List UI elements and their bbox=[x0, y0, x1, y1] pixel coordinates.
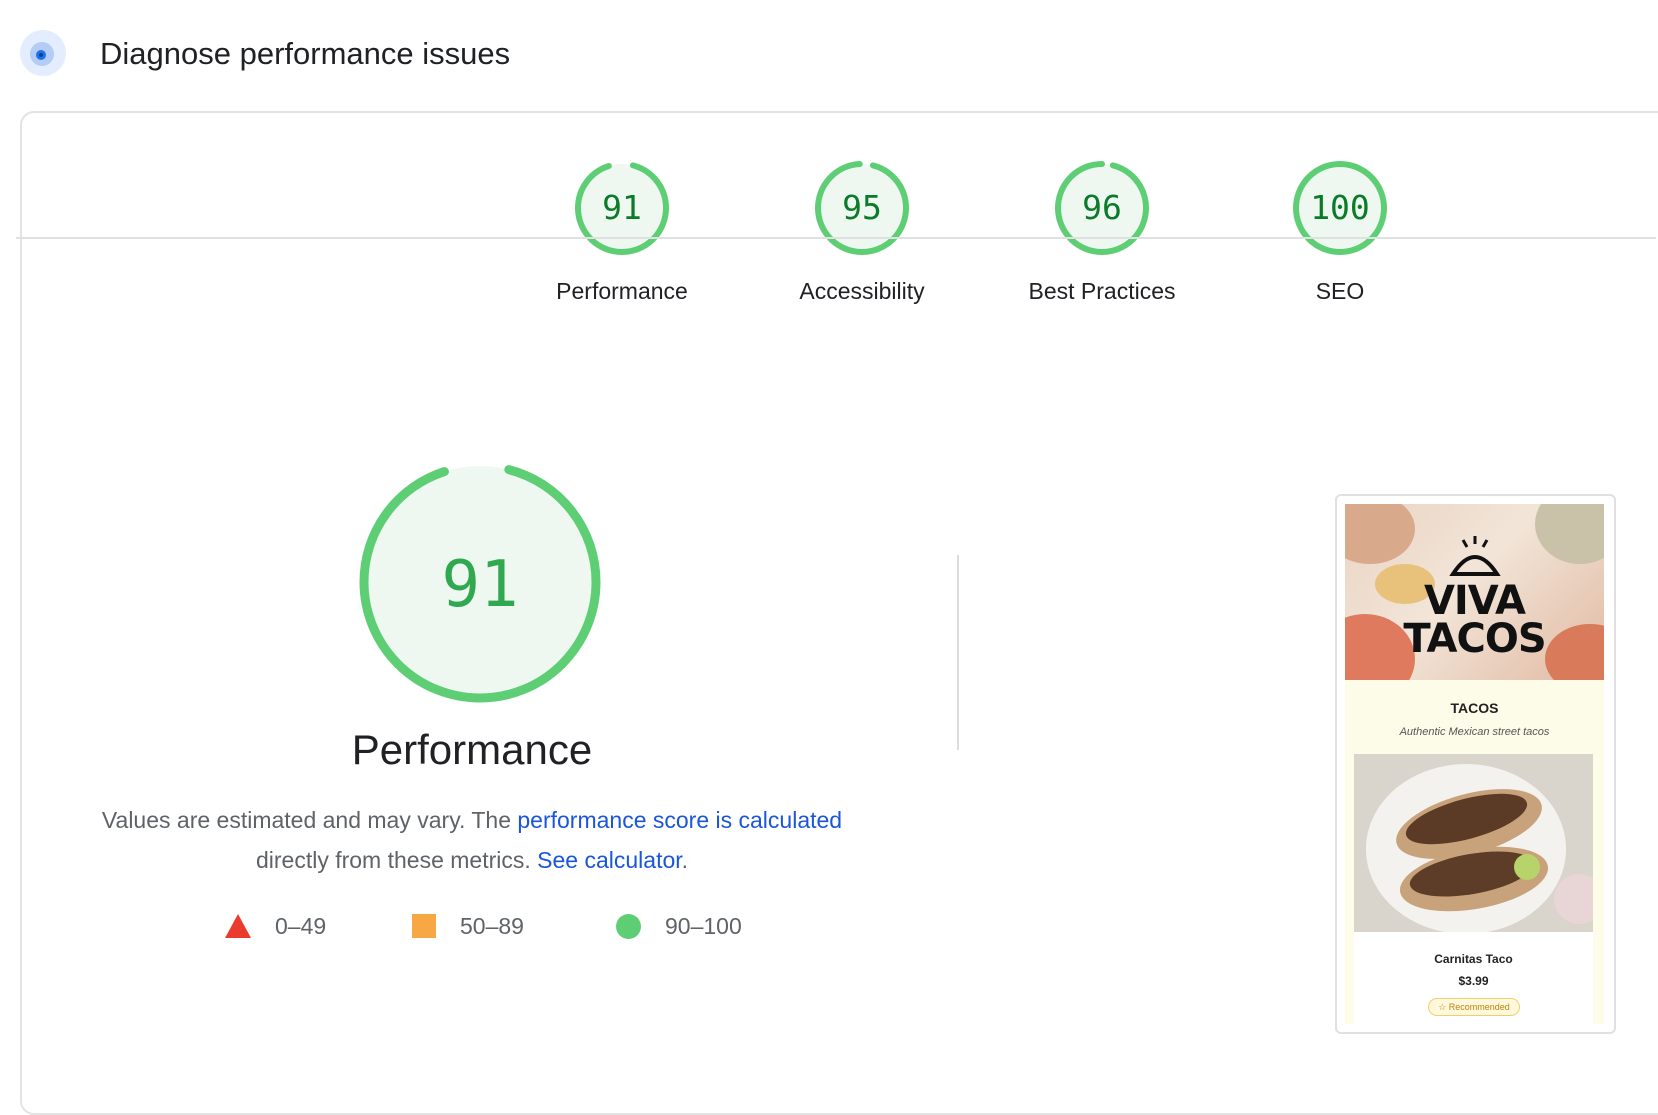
final-screenshot[interactable]: VIVA TACOS TACOS Authentic Mexican stree… bbox=[1335, 494, 1616, 1034]
performance-score-large: 91 bbox=[441, 548, 518, 622]
score-value: 91 bbox=[602, 188, 642, 227]
gauge-accessibility[interactable]: 95 Accessibility bbox=[752, 158, 972, 305]
gauge-best-practices[interactable]: 96 Best Practices bbox=[992, 158, 1212, 305]
menu-section-title: TACOS bbox=[1450, 700, 1499, 716]
hero-title-line: TACOS bbox=[1403, 616, 1546, 662]
taco-logo-icon bbox=[1449, 536, 1501, 576]
menu-item-price: $3.99 bbox=[1458, 974, 1489, 988]
performance-title: Performance bbox=[351, 726, 593, 773]
gauge-seo[interactable]: 100 SEO bbox=[1230, 158, 1450, 305]
hero-title-line: VIVA bbox=[1423, 578, 1526, 624]
legend-range: 50–89 bbox=[460, 912, 524, 939]
section-header: Diagnose performance issues bbox=[0, 0, 1658, 108]
legend-range: 0–49 bbox=[275, 912, 327, 939]
badge-label: Recommended bbox=[1448, 1002, 1510, 1012]
menu-section-subtitle: Authentic Mexican street tacos bbox=[1399, 726, 1550, 738]
category-label: Accessibility bbox=[799, 278, 925, 304]
score-value: 95 bbox=[842, 188, 882, 227]
menu-item-card: Carnitas Taco $3.99 ☆ Recommended bbox=[1354, 754, 1593, 1024]
score-ring: 95 bbox=[815, 161, 909, 255]
section-divider bbox=[16, 237, 1656, 239]
see-calculator-link[interactable]: See calculator bbox=[537, 847, 681, 873]
performance-score-link[interactable]: performance score is calculated bbox=[517, 807, 842, 833]
lighthouse-icon bbox=[20, 30, 66, 76]
taco-plate-image bbox=[1354, 754, 1593, 932]
page-title: Diagnose performance issues bbox=[100, 36, 511, 71]
description-text: directly from these metrics. bbox=[255, 847, 538, 873]
hero-title: VIVA TACOS bbox=[1345, 578, 1604, 662]
performance-gauge-large: 91 bbox=[359, 461, 601, 703]
score-ring: 91 bbox=[575, 161, 669, 255]
category-label: Performance bbox=[556, 278, 688, 304]
hero-image: VIVA TACOS bbox=[1345, 504, 1604, 680]
circle-icon bbox=[616, 913, 641, 939]
legend-pass: 90–100 bbox=[616, 906, 742, 946]
legend-range: 90–100 bbox=[665, 912, 742, 939]
score-ring: 100 bbox=[1293, 161, 1387, 255]
category-label: SEO bbox=[1315, 278, 1365, 304]
triangle-icon bbox=[225, 914, 251, 938]
menu-item-name: Carnitas Taco bbox=[1434, 952, 1513, 966]
star-icon: ☆ bbox=[1438, 1002, 1447, 1012]
score-value: 100 bbox=[1310, 188, 1370, 227]
description-text: . bbox=[681, 847, 689, 873]
score-ring: 96 bbox=[1055, 161, 1149, 255]
vertical-divider bbox=[957, 555, 959, 750]
gauge-performance[interactable]: 91 Performance bbox=[512, 158, 732, 305]
category-label: Best Practices bbox=[1028, 278, 1176, 304]
legend-fail: 0–49 bbox=[225, 906, 326, 946]
score-value: 96 bbox=[1082, 188, 1122, 227]
performance-description: Values are estimated and may vary. The p… bbox=[92, 800, 852, 880]
recommended-badge: ☆ Recommended bbox=[1428, 998, 1520, 1016]
description-text: Values are estimated and may vary. The bbox=[101, 807, 518, 833]
square-icon bbox=[412, 914, 436, 938]
legend-average: 50–89 bbox=[412, 906, 524, 946]
screenshot-page: VIVA TACOS TACOS Authentic Mexican stree… bbox=[1345, 504, 1604, 1024]
